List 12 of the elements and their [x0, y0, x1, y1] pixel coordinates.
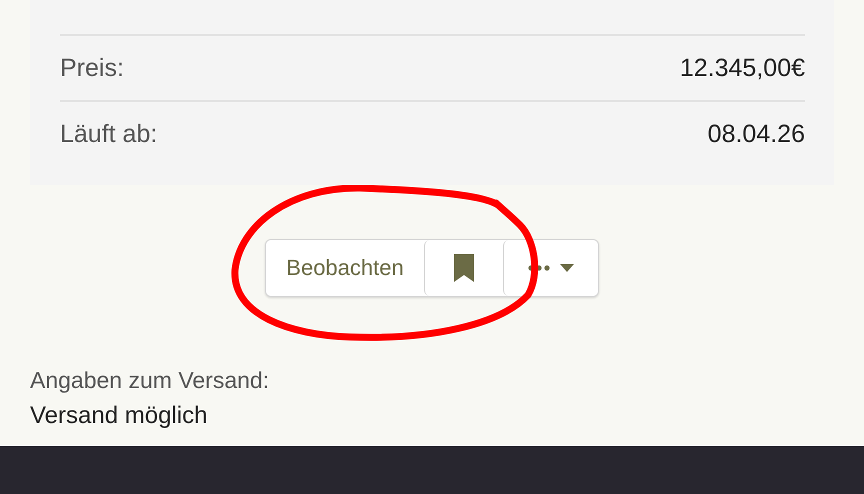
- detail-label: Preis:: [60, 54, 124, 82]
- detail-value: 08.04.26: [708, 120, 805, 148]
- shipping-heading: Angaben zum Versand:: [30, 367, 270, 394]
- bookmark-button[interactable]: [424, 240, 503, 296]
- detail-label: Läuft ab:: [60, 120, 158, 148]
- bookmark-icon: [452, 253, 475, 283]
- caret-icon: [560, 264, 574, 272]
- shipping-text: Versand möglich: [30, 402, 208, 430]
- detail-value: 12.345,00€: [680, 54, 805, 82]
- watch-button[interactable]: Beobachten: [266, 240, 424, 296]
- more-icon: [528, 265, 550, 271]
- more-button[interactable]: [502, 240, 598, 296]
